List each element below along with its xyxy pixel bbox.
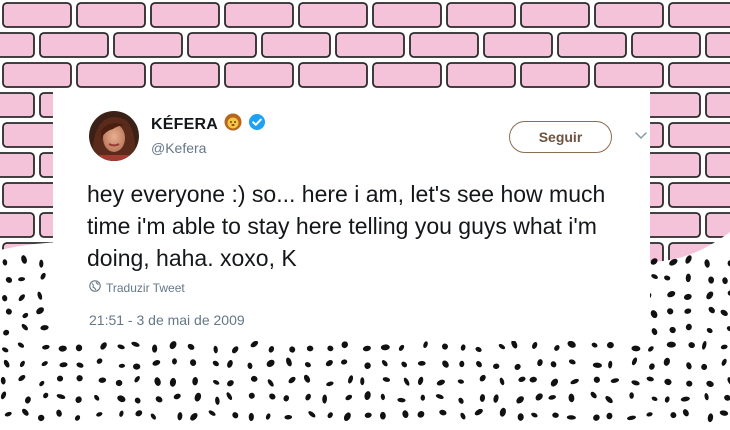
display-name[interactable]: KÉFERA [151,116,218,134]
tweet-timestamp[interactable]: 21:51 - 3 de mai de 2009 [89,312,245,328]
name-row: KÉFERA [151,113,266,136]
avatar[interactable] [89,111,139,161]
translate-tweet-link[interactable]: Traduzir Tweet [89,280,185,295]
lion-face-emoji [224,113,242,136]
chevron-down-icon[interactable] [633,129,649,143]
globe-icon [89,280,101,295]
follow-button[interactable]: Seguir [509,121,612,153]
tweet-card: KÉFERA @Kefera Seguir hey everyone :) so… [53,91,650,341]
tweet-text: hey everyone :) so... here i am, let's s… [87,181,606,271]
avatar-image [89,111,139,161]
verified-badge-icon [248,113,266,136]
translate-label: Traduzir Tweet [106,280,185,295]
user-handle[interactable]: @Kefera [151,140,206,156]
